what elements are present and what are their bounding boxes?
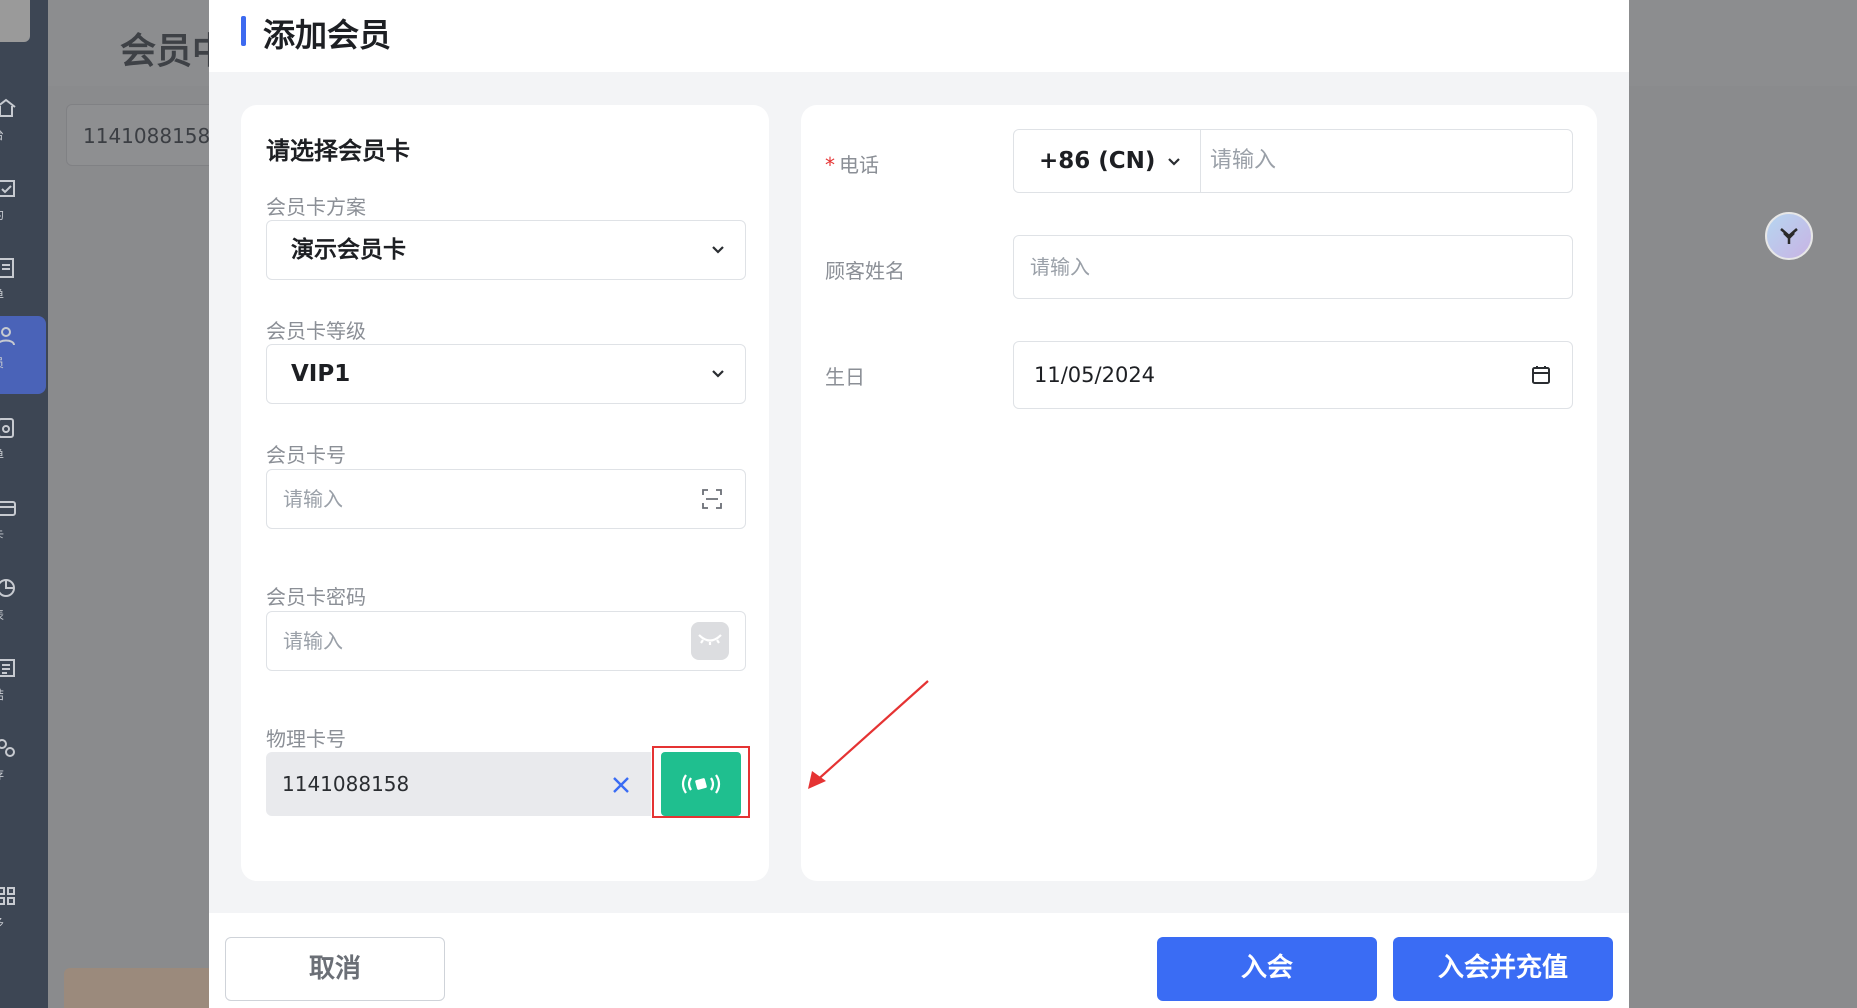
sidebar-item-members: 员 bbox=[0, 316, 46, 394]
sidebar-item-label: 存 bbox=[0, 766, 4, 783]
sidebar-item-label: 单 bbox=[0, 446, 4, 463]
required-mark: * bbox=[825, 153, 835, 177]
chevron-down-icon bbox=[712, 246, 724, 254]
read-card-button[interactable] bbox=[661, 752, 741, 816]
title-accent-bar bbox=[241, 16, 246, 46]
calendar-check-icon bbox=[0, 180, 15, 197]
card-level-label: 会员卡等级 bbox=[266, 319, 366, 343]
background-footer-button bbox=[64, 968, 214, 1008]
physical-card-input[interactable]: 1141088158 bbox=[266, 752, 651, 816]
customer-name-label: 顾客姓名 bbox=[825, 259, 905, 283]
add-member-dialog: 添加会员 请选择会员卡 会员卡方案 演示会员卡 会员卡等级 VIP1 会员卡号 … bbox=[209, 0, 1629, 1008]
phone-field: +86 (CN) 请输入 bbox=[1013, 129, 1573, 193]
birthday-date-input[interactable]: 11/05/2024 bbox=[1013, 341, 1573, 409]
customer-name-placeholder: 请输入 bbox=[1030, 255, 1090, 279]
member-card-panel: 请选择会员卡 会员卡方案 演示会员卡 会员卡等级 VIP1 会员卡号 请输入 会… bbox=[241, 105, 769, 881]
user-icon bbox=[0, 327, 15, 346]
document-icon bbox=[0, 258, 14, 278]
home-icon bbox=[0, 98, 16, 117]
phone-label: * 电话 bbox=[825, 149, 879, 178]
sidebar-item-cards: 卡 bbox=[0, 488, 46, 558]
card-plan-select[interactable]: 演示会员卡 bbox=[266, 220, 746, 280]
nfc-reader-icon bbox=[681, 774, 721, 794]
cancel-button[interactable]: 取消 bbox=[225, 937, 445, 1001]
sidebar-item-more: 多 bbox=[0, 876, 46, 946]
avatar bbox=[0, 0, 30, 42]
card-password-input[interactable]: 请输入 bbox=[266, 611, 746, 671]
annotation-arrow bbox=[808, 680, 929, 789]
chevron-down-icon bbox=[712, 370, 724, 378]
card-plan-label: 会员卡方案 bbox=[266, 195, 366, 219]
sidebar-item-label: 表 bbox=[0, 606, 4, 623]
sidebar-item-label: 台 bbox=[0, 126, 4, 143]
card-number-placeholder: 请输入 bbox=[283, 487, 343, 511]
sidebar-item-inventory: 存 bbox=[0, 728, 46, 798]
card-plan-value: 演示会员卡 bbox=[291, 237, 406, 263]
phone-label-text: 电话 bbox=[839, 153, 879, 177]
sidebar-item-orders: 单 bbox=[0, 248, 46, 318]
country-code-value: +86 (CN) bbox=[1039, 148, 1156, 174]
sidebar-item-label: 多 bbox=[0, 914, 4, 931]
calendar-icon[interactable] bbox=[1530, 364, 1552, 386]
sidebar: 台 约 单 员 单 卡 表 结 存 多 bbox=[0, 0, 48, 1008]
sidebar-item-workbench: 台 bbox=[0, 88, 46, 158]
card-level-select[interactable]: VIP1 bbox=[266, 344, 746, 404]
dialog-header: 添加会员 bbox=[209, 0, 1629, 72]
physical-card-value: 1141088158 bbox=[282, 772, 410, 796]
sidebar-item-label: 结 bbox=[0, 686, 4, 703]
grid-icon bbox=[0, 887, 15, 905]
chevron-down-icon bbox=[1168, 158, 1180, 166]
section-title: 请选择会员卡 bbox=[266, 137, 410, 165]
sidebar-item-label: 员 bbox=[0, 354, 4, 371]
card-password-placeholder: 请输入 bbox=[283, 629, 343, 653]
birthday-label: 生日 bbox=[825, 365, 865, 389]
sidebar-item-label: 卡 bbox=[0, 526, 4, 543]
toggle-password-visibility-button[interactable] bbox=[691, 622, 729, 660]
dialog-title: 添加会员 bbox=[263, 16, 392, 54]
sidebar-item-appointment: 约 bbox=[0, 168, 46, 238]
sidebar-item-settlement: 结 bbox=[0, 648, 46, 718]
assistant-icon bbox=[1780, 228, 1798, 244]
sidebar-item-reports: 表 bbox=[0, 568, 46, 638]
sidebar-item-label: 单 bbox=[0, 286, 4, 303]
eye-closed-icon bbox=[698, 634, 722, 645]
card-number-label: 会员卡号 bbox=[266, 443, 346, 467]
bill-icon bbox=[0, 418, 14, 438]
sidebar-item-label: 约 bbox=[0, 206, 4, 223]
phone-input[interactable]: 请输入 bbox=[1210, 130, 1276, 192]
birthday-value: 11/05/2024 bbox=[1034, 363, 1156, 387]
country-code-select[interactable]: +86 (CN) bbox=[1014, 130, 1201, 192]
join-and-recharge-button[interactable]: 入会并充值 bbox=[1393, 937, 1613, 1001]
clear-icon[interactable] bbox=[611, 775, 631, 795]
stock-icon bbox=[0, 739, 15, 757]
pie-chart-icon bbox=[0, 579, 15, 597]
join-button[interactable]: 入会 bbox=[1157, 937, 1377, 1001]
assistant-floating-button bbox=[1765, 212, 1813, 260]
card-password-label: 会员卡密码 bbox=[266, 585, 366, 609]
card-icon bbox=[0, 501, 16, 516]
dialog-footer: 取消 入会 入会并充值 bbox=[209, 913, 1629, 1008]
card-level-value: VIP1 bbox=[291, 361, 351, 387]
customer-name-input[interactable]: 请输入 bbox=[1013, 235, 1573, 299]
physical-card-label: 物理卡号 bbox=[266, 727, 346, 751]
card-number-input[interactable]: 请输入 bbox=[266, 469, 746, 529]
sidebar-item-bills: 单 bbox=[0, 408, 46, 478]
scan-icon[interactable] bbox=[701, 488, 723, 510]
list-icon bbox=[0, 659, 15, 677]
